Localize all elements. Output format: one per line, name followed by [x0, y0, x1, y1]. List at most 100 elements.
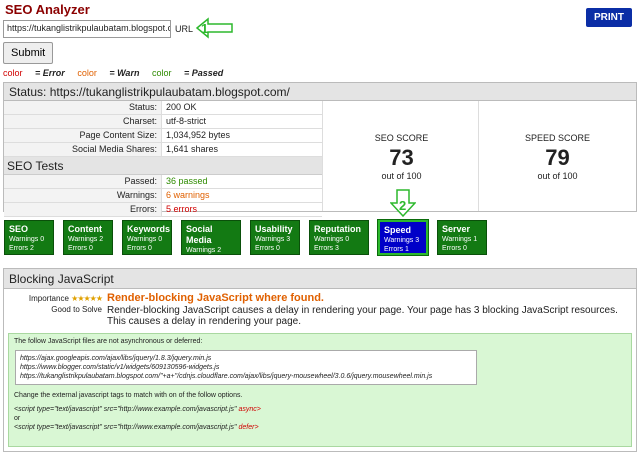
tab-title: Social Media	[186, 224, 213, 245]
tab-errors: Errors 1	[186, 256, 211, 263]
tab-errors: Errors 2	[9, 245, 34, 252]
tab-seo[interactable]: SEO Warnings 0 Errors 2	[4, 220, 54, 255]
row-key: Errors:	[4, 203, 162, 216]
row-key: Charset:	[4, 115, 162, 128]
list-item: https://tukanglistrikpulaubatam.blogspot…	[20, 373, 433, 380]
submit-button[interactable]: Submit	[3, 42, 54, 64]
issue-title: Render-blocking JavaScript where found.	[107, 292, 324, 304]
row-value: 1,034,952 bytes	[166, 130, 231, 140]
status-table: Status: 200 OK Charset: utf-8-strict Page …	[4, 101, 322, 217]
tab-warnings: Warnings 0	[314, 236, 350, 243]
speed-score-value: 79	[545, 145, 570, 170]
tab-errors: Errors 0	[442, 245, 467, 252]
tab-errors: Errors 0	[255, 245, 280, 252]
issue-detail-box: The follow JavaScript files are not asyn…	[8, 333, 632, 447]
good-to-solve-label: Good to Solve	[51, 305, 102, 314]
tab-title: Content	[68, 224, 102, 234]
blocking-files-list: https://ajax.googleapis.com/ajax/libs/jq…	[15, 350, 477, 385]
url-row: https://tukanglistrikpulaubatam.blogspot…	[3, 20, 193, 38]
step-2-arrow-icon: 2	[390, 189, 416, 217]
row-value: 200 OK	[166, 102, 197, 112]
or-text: or	[14, 415, 21, 422]
tab-warnings: Warnings 3	[255, 236, 291, 243]
row-value: utf-8-strict	[166, 116, 207, 126]
tab-warnings: Warnings 2	[68, 236, 104, 243]
tab-warnings: Warnings 2	[186, 247, 222, 254]
table-row: Errors: 5 errors	[4, 203, 322, 217]
status-heading: Status: https://tukanglistrikpulaubatam.…	[4, 83, 636, 101]
print-button[interactable]: PRINT	[586, 8, 632, 27]
blocking-heading: Blocking JavaScript	[4, 269, 636, 289]
legend-pass-label: = Passed	[183, 68, 224, 78]
table-row: Page Content Size: 1,034,952 bytes	[4, 129, 322, 143]
speed-score-label: SPEED SCORE	[524, 133, 591, 143]
importance-label: Importance	[28, 294, 69, 303]
tab-errors: Errors 3	[314, 245, 339, 252]
defer-code-example: <script type="text/javascript" src="http…	[14, 423, 626, 432]
step-1-arrow-icon: 1	[196, 17, 233, 39]
tab-warnings: Warnings 3	[384, 237, 420, 244]
tab-keywords[interactable]: Keywords Warnings 0 Errors 0	[122, 220, 172, 255]
legend-warn-label: = Warn	[109, 68, 140, 78]
warnings-count: 6 warnings	[166, 190, 210, 200]
table-row: Social Media Shares: 1,641 shares	[4, 143, 322, 157]
tab-warnings: Warnings 1	[442, 236, 478, 243]
app-title: SEO Analyzer	[5, 2, 90, 17]
tab-title: Reputation	[314, 224, 361, 234]
errors-count: 5 errors	[166, 204, 198, 214]
issue-description: Render-blocking JavaScript causes a dela…	[107, 305, 618, 327]
tab-errors: Errors 0	[127, 245, 152, 252]
seo-score-sub: out of 100	[381, 171, 422, 181]
files-intro: The follow JavaScript files are not asyn…	[14, 338, 203, 345]
tab-reputation[interactable]: Reputation Warnings 0 Errors 3	[309, 220, 369, 255]
step-1-number: 1	[201, 21, 208, 36]
url-input[interactable]: https://tukanglistrikpulaubatam.blogspot…	[3, 20, 171, 38]
change-instructions: Change the external javascript tags to m…	[14, 392, 243, 399]
speed-score-box: SPEED SCORE 79 out of 100	[478, 101, 636, 211]
row-key: Warnings:	[4, 189, 162, 202]
row-key: Social Media Shares:	[4, 143, 162, 156]
tab-content[interactable]: Content Warnings 2 Errors 0	[63, 220, 113, 255]
tab-errors: Errors 1	[384, 246, 409, 253]
tab-title: Speed	[384, 225, 412, 235]
importance-block: Importance ★★★★★ Good to Solve	[4, 293, 103, 315]
tab-title: SEO	[9, 224, 29, 234]
url-label: URL	[175, 24, 194, 34]
tab-usability[interactable]: Usability Warnings 3 Errors 0	[250, 220, 300, 255]
legend-error-label: = Error	[35, 68, 65, 78]
async-code-example: <script type="text/javascript" src="http…	[14, 405, 626, 414]
speed-score-sub: out of 100	[537, 171, 578, 181]
row-key: Status:	[4, 101, 162, 114]
code-text: <script type="text/javascript" src="http…	[14, 424, 237, 431]
tab-social-media[interactable]: Social Media Warnings 2 Errors 1	[181, 220, 241, 263]
list-item: https://ajax.googleapis.com/ajax/libs/jq…	[20, 355, 212, 362]
legend-warn-word: color	[77, 68, 97, 78]
tab-warnings: Warnings 0	[9, 236, 45, 243]
step-2-number: 2	[399, 198, 406, 213]
status-panel: Status: https://tukanglistrikpulaubatam.…	[3, 82, 637, 217]
legend-error-word: color	[3, 68, 23, 78]
color-legend: color = Error color = Warn color = Passe…	[3, 68, 233, 78]
table-row: Warnings: 6 warnings	[4, 189, 322, 203]
tab-server[interactable]: Server Warnings 1 Errors 0	[437, 220, 487, 255]
row-key: Page Content Size:	[4, 129, 162, 142]
legend-pass-word: color	[151, 68, 172, 78]
table-row: Passed: 36 passed	[4, 175, 322, 189]
row-value: 1,641 shares	[166, 144, 219, 154]
tab-title: Keywords	[127, 224, 171, 234]
category-tabs: SEO Warnings 0 Errors 2 Content Warnings 2 E…	[4, 219, 496, 263]
table-row: Charset: utf-8-strict	[4, 115, 322, 129]
code-text: <script type="text/javascript" src="http…	[14, 406, 237, 413]
tab-warnings: Warnings 0	[127, 236, 163, 243]
tab-title: Server	[442, 224, 471, 234]
blocking-javascript-panel: Blocking JavaScript Importance ★★★★★ Goo…	[3, 268, 637, 452]
async-attr: async>	[236, 406, 261, 413]
seo-tests-heading: SEO Tests	[4, 157, 322, 175]
seo-score-value: 73	[389, 145, 414, 170]
list-item: https://www.blogger.com/static/v1/widget…	[20, 364, 220, 371]
tab-errors: Errors 0	[68, 245, 93, 252]
row-key: Passed:	[4, 175, 162, 188]
tab-title: Usability	[255, 224, 293, 234]
passed-count: 36 passed	[166, 176, 208, 186]
tab-speed[interactable]: Speed Warnings 3 Errors 1	[377, 219, 429, 256]
